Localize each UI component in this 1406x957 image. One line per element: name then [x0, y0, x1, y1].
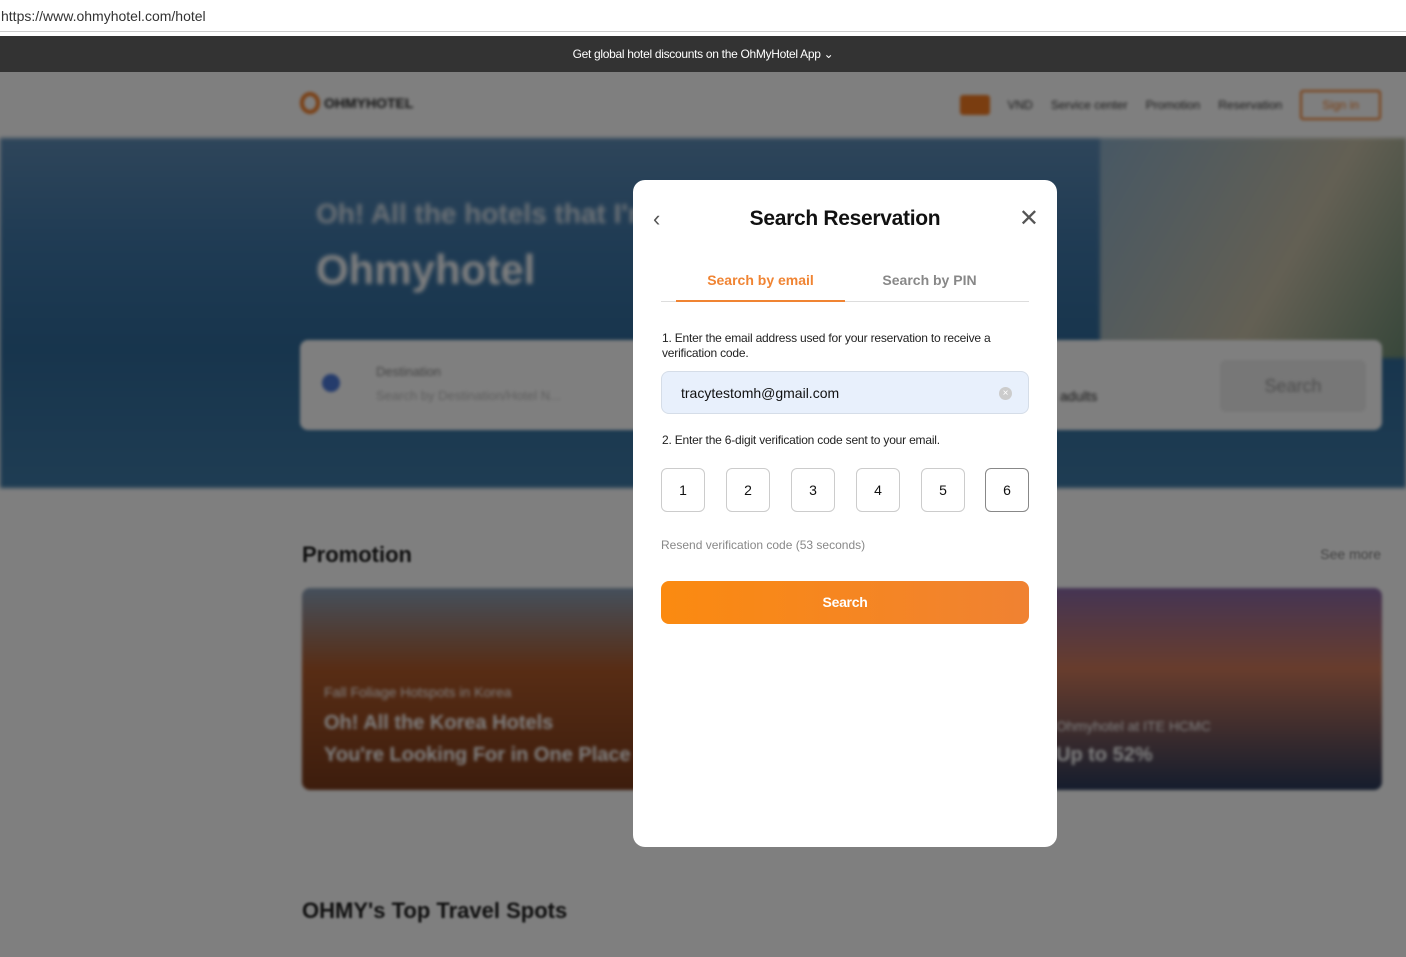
- tab-search-by-email[interactable]: Search by email: [676, 272, 845, 302]
- step1-instructions: 1. Enter the email address used for your…: [662, 331, 991, 360]
- code-digit-6[interactable]: 6: [985, 468, 1029, 512]
- close-icon[interactable]: ✕: [1019, 204, 1039, 233]
- search-button[interactable]: Search: [661, 581, 1029, 624]
- code-digit-5[interactable]: 5: [921, 468, 965, 512]
- step2-instructions: 2. Enter the 6-digit verification code s…: [662, 433, 940, 447]
- modal-title: Search Reservation: [749, 207, 941, 230]
- address-bar[interactable]: https://www.ohmyhotel.com/hotel: [0, 0, 1406, 32]
- resend-code-text[interactable]: Resend verification code (53 seconds): [661, 538, 865, 552]
- code-digit-1[interactable]: 1: [661, 468, 705, 512]
- code-digit-4[interactable]: 4: [856, 468, 900, 512]
- email-input[interactable]: tracytestomh@gmail.com ×: [661, 371, 1029, 414]
- code-digit-2[interactable]: 2: [726, 468, 770, 512]
- search-reservation-modal: ‹ Search Reservation ✕ Search by email S…: [633, 180, 1057, 847]
- email-value: tracytestomh@gmail.com: [681, 385, 840, 401]
- clear-icon[interactable]: ×: [999, 387, 1012, 400]
- app-banner[interactable]: Get global hotel discounts on the OhMyHo…: [0, 36, 1406, 72]
- tabs: Search by email Search by PIN: [661, 260, 1029, 302]
- code-digit-3[interactable]: 3: [791, 468, 835, 512]
- tab-search-by-pin[interactable]: Search by PIN: [845, 272, 1014, 302]
